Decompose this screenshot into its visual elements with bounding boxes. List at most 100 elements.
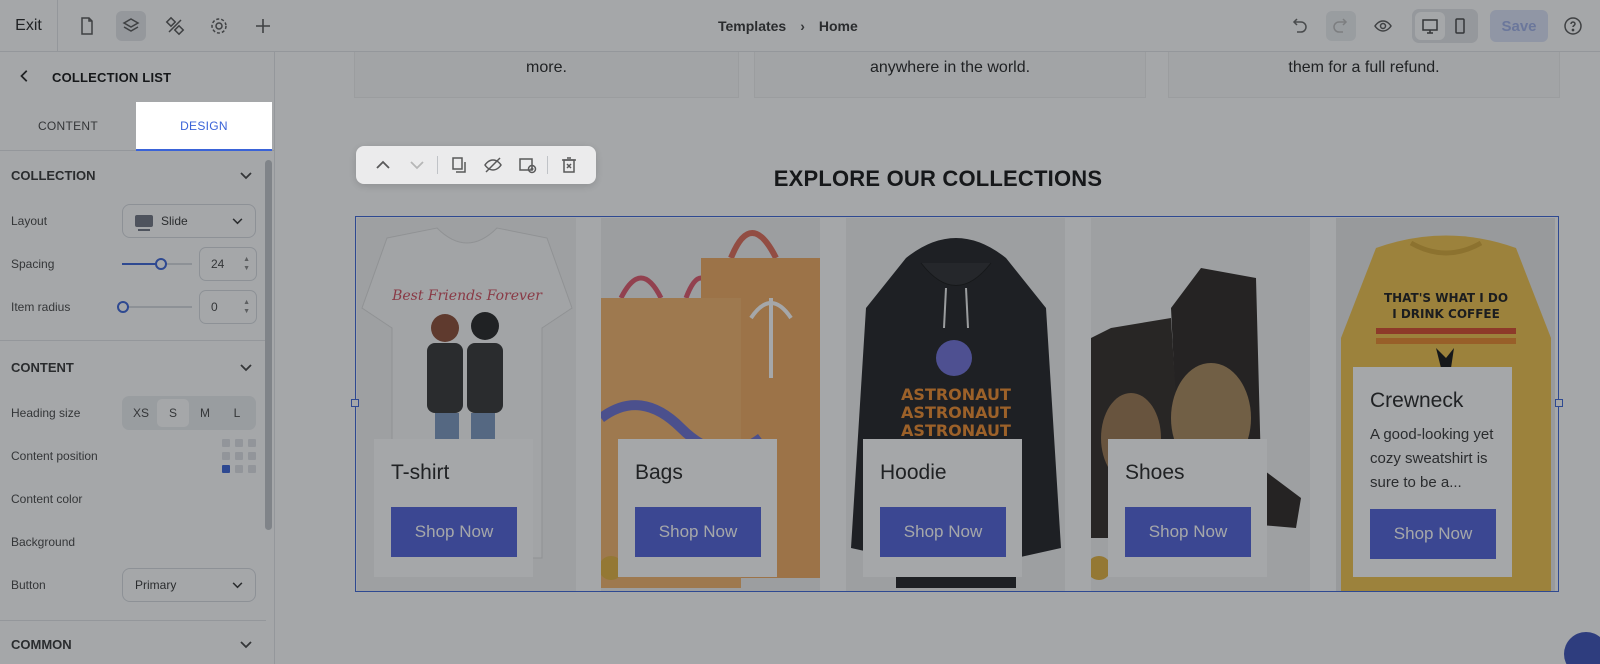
common-section-header[interactable]: COMMON <box>0 621 274 664</box>
stepper-arrows-icon[interactable]: ▲ ▼ <box>243 255 250 273</box>
add-section-icon[interactable] <box>510 155 544 175</box>
chevron-right-icon: › <box>800 18 805 34</box>
delete-icon[interactable] <box>552 155 586 175</box>
collection-section-header[interactable]: COLLECTION <box>0 151 274 199</box>
chevron-down-icon <box>240 168 252 183</box>
collection-card-tshirt[interactable]: Best Friends Forever T-shirt Shop Now <box>357 218 576 591</box>
add-icon[interactable] <box>248 11 278 41</box>
layout-select[interactable]: Slide <box>122 203 256 238</box>
collection-content-box: Crewneck A good-looking yet cozy sweatsh… <box>1353 367 1512 577</box>
item-radius-input[interactable]: 0 ▲ ▼ <box>199 289 257 324</box>
layout-label: Layout <box>11 213 48 228</box>
preview-eye-icon[interactable] <box>1368 11 1398 41</box>
button-style-label: Button <box>11 577 46 592</box>
spacing-label: Spacing <box>11 256 55 271</box>
spacing-row: Spacing 24 ▲ ▼ <box>0 242 274 285</box>
toolbar-divider <box>437 156 439 174</box>
undo-icon[interactable] <box>1284 11 1314 41</box>
content-position-grid[interactable] <box>222 438 256 473</box>
exit-button[interactable]: Exit <box>0 0 58 52</box>
collection-content-box: Shoes Shop Now <box>1108 439 1267 577</box>
heading-size-label: Heading size <box>11 405 81 420</box>
collection-card-crewneck[interactable]: THAT'S WHAT I DO I DRINK COFFEE Crewneck… <box>1336 218 1555 591</box>
panel-header: COLLECTION LIST <box>0 52 274 102</box>
shop-now-button[interactable]: Shop Now <box>880 507 1006 557</box>
background-row: Background <box>0 520 274 563</box>
hoodie-print-text: ASTRONAUT <box>901 403 1011 422</box>
feature-card: anywhere in the world. <box>754 52 1146 98</box>
button-row: Button Primary <box>0 563 274 606</box>
breadcrumb: Templates › Home <box>718 0 858 52</box>
radius-value: 0 <box>211 299 218 314</box>
resize-handle-right[interactable] <box>1555 399 1563 407</box>
move-down-icon[interactable] <box>400 155 434 175</box>
size-l[interactable]: L <box>221 399 253 427</box>
hide-eye-icon[interactable] <box>476 155 510 175</box>
hoodie-print-text: ASTRONAUT <box>901 385 1011 404</box>
move-up-icon[interactable] <box>366 155 400 175</box>
redo-icon[interactable] <box>1326 11 1356 41</box>
help-icon[interactable] <box>1558 11 1588 41</box>
item-radius-row: Item radius 0 ▲ ▼ <box>0 285 274 328</box>
spacing-value: 24 <box>211 256 225 271</box>
top-bar: Exit Templates › Home Save <box>0 0 1600 52</box>
size-m[interactable]: M <box>189 399 221 427</box>
hoodie-print-text: ASTRONAUT <box>901 421 1011 440</box>
stepper-arrows-icon[interactable]: ▲ ▼ <box>243 298 250 316</box>
section-title: COMMON <box>11 636 72 652</box>
button-style-value: Primary <box>135 577 177 592</box>
collection-content-box: Hoodie Shop Now <box>863 439 1022 577</box>
tab-design-highlight[interactable]: DESIGN <box>136 102 272 151</box>
shop-now-button[interactable]: Shop Now <box>1370 509 1496 559</box>
back-arrow-icon[interactable] <box>18 69 36 86</box>
button-style-select[interactable]: Primary <box>122 567 256 602</box>
layers-icon[interactable] <box>116 10 146 41</box>
collection-card-shoes[interactable]: Shoes Shop Now <box>1091 218 1310 591</box>
desktop-icon[interactable] <box>1415 12 1445 40</box>
gear-icon[interactable] <box>204 11 234 41</box>
content-color-row: Content color <box>0 477 274 520</box>
resize-handle-left[interactable] <box>351 399 359 407</box>
collection-list-block[interactable]: Best Friends Forever T-shirt Shop Now Ba… <box>351 216 1563 592</box>
save-button[interactable]: Save <box>1490 10 1548 42</box>
chat-widget-icon[interactable] <box>1564 632 1600 664</box>
panel-title: COLLECTION LIST <box>52 69 172 85</box>
components-icon[interactable] <box>160 11 190 41</box>
feature-text: them for a full refund. <box>1288 59 1440 76</box>
feature-card: them for a full refund. <box>1168 52 1560 98</box>
block-toolbar <box>356 146 596 184</box>
duplicate-icon[interactable] <box>442 155 476 175</box>
collection-name: Hoodie <box>880 461 947 484</box>
device-switcher <box>1412 9 1478 43</box>
breadcrumb-home[interactable]: Home <box>819 18 858 34</box>
shop-now-button[interactable]: Shop Now <box>391 507 517 557</box>
collection-content-box: Bags Shop Now <box>618 439 777 577</box>
page-icon[interactable] <box>72 11 102 41</box>
feature-text: more. <box>526 59 567 76</box>
collection-description: A good-looking yet cozy sweatshirt is su… <box>1370 426 1494 491</box>
shop-now-button[interactable]: Shop Now <box>1125 507 1251 557</box>
collection-name: Crewneck <box>1370 389 1464 412</box>
mobile-icon[interactable] <box>1445 12 1475 40</box>
item-radius-label: Item radius <box>11 299 71 314</box>
tab-content[interactable]: CONTENT <box>0 102 136 150</box>
breadcrumb-templates[interactable]: Templates <box>718 18 786 34</box>
collection-card-hoodie[interactable]: ASTRONAUT ASTRONAUT ASTRONAUT Hoodie Sho… <box>846 218 1065 591</box>
content-section-header[interactable]: CONTENT <box>0 343 274 391</box>
sidebar-scrollbar[interactable] <box>265 160 272 530</box>
spacing-input[interactable]: 24 ▲ ▼ <box>199 246 257 281</box>
size-s[interactable]: S <box>157 398 189 427</box>
spacing-slider[interactable] <box>122 257 192 271</box>
item-radius-slider[interactable] <box>117 300 192 314</box>
size-xs[interactable]: XS <box>125 399 157 427</box>
crewneck-print-line2: I DRINK COFFEE <box>1392 307 1500 321</box>
shop-now-button[interactable]: Shop Now <box>635 507 761 557</box>
content-position-row: Content position <box>0 434 274 477</box>
editor-canvas: more. anywhere in the world. them for a … <box>276 52 1600 664</box>
chevron-down-icon <box>232 578 243 592</box>
feature-card: more. <box>354 52 739 98</box>
collection-name: T-shirt <box>391 461 450 484</box>
collection-card-bags[interactable]: Bags Shop Now <box>601 218 820 591</box>
tshirt-print-text: Best Friends Forever <box>391 288 543 304</box>
content-color-label: Content color <box>11 491 83 506</box>
